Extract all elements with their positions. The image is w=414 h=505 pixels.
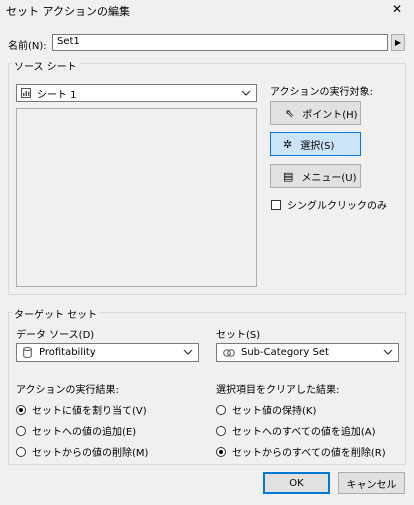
single-click-checkbox[interactable] — [271, 199, 281, 210]
radio-add[interactable] — [16, 425, 26, 436]
result-option-assign[interactable]: セットに値を割り当て(V) — [16, 402, 147, 417]
radio-remove-all[interactable] — [216, 446, 226, 457]
set-label: セット(S) — [216, 330, 261, 341]
result-option-remove-label: セットからの値の削除(M) — [32, 448, 149, 459]
menu-button-label: メニュー(U) — [301, 172, 357, 184]
clear-option-add-all[interactable]: セットへのすべての値を追加(A) — [216, 423, 376, 438]
result-option-assign-label: セットに値を割り当て(V) — [32, 406, 147, 417]
radio-assign[interactable] — [16, 404, 26, 415]
database-icon — [23, 347, 32, 358]
select-button[interactable]: ✲ 選択(S) — [270, 132, 361, 156]
datasource-label: データ ソース(D) — [16, 330, 95, 341]
datasource-combo[interactable]: Profitability — [16, 343, 199, 362]
chevron-down-icon — [183, 349, 193, 355]
radio-remove[interactable] — [16, 446, 26, 457]
menu-button[interactable]: ▤ メニュー(U) — [270, 164, 361, 188]
triangle-right-icon: ▶ — [394, 38, 402, 47]
name-input[interactable]: Set1 — [52, 34, 388, 51]
result-option-add-label: セットへの値の追加(E) — [32, 427, 137, 438]
point-button[interactable]: ⇖ ポイント(H) — [270, 101, 361, 125]
name-menu-button[interactable]: ▶ — [391, 34, 405, 51]
source-sheet-combo[interactable]: シート 1 — [16, 84, 257, 102]
radio-add-all[interactable] — [216, 425, 226, 436]
clear-option-remove-all[interactable]: セットからのすべての値を削除(R) — [216, 444, 386, 459]
name-label: 名前(N): — [8, 41, 47, 52]
clear-option-keep-label: セット値の保持(K) — [232, 406, 317, 417]
clear-label: 選択項目をクリアした結果: — [216, 385, 340, 396]
datasource-value: Profitability — [39, 347, 96, 358]
sheet-icon — [21, 88, 31, 98]
select-button-label: 選択(S) — [300, 140, 335, 152]
radio-keep[interactable] — [216, 404, 226, 415]
sheet-list[interactable] — [16, 108, 257, 287]
point-button-label: ポイント(H) — [302, 109, 358, 121]
close-icon[interactable]: ✕ — [392, 2, 402, 16]
menu-cursor-icon: ▤ — [283, 169, 294, 183]
clear-option-add-all-label: セットへのすべての値を追加(A) — [232, 427, 376, 438]
source-sheet-legend: ソース シート — [12, 58, 79, 73]
clear-option-keep[interactable]: セット値の保持(K) — [216, 402, 316, 417]
window-title: セット アクションの編集 — [6, 5, 130, 18]
name-value: Set1 — [57, 36, 80, 47]
run-on-label: アクションの実行対象: — [270, 87, 373, 98]
set-combo[interactable]: Sub-Category Set — [216, 343, 399, 362]
target-set-legend: ターゲット セット — [12, 306, 100, 321]
cursor-arrow-icon: ⇖ — [285, 106, 295, 120]
set-icon — [223, 348, 235, 357]
source-sheet-value: シート 1 — [37, 89, 77, 101]
result-option-remove[interactable]: セットからの値の削除(M) — [16, 444, 148, 459]
set-value: Sub-Category Set — [241, 347, 329, 358]
single-click-checkbox-row[interactable]: シングルクリックのみ — [271, 197, 387, 212]
result-label: アクションの実行結果: — [16, 385, 119, 396]
chevron-down-icon — [241, 90, 251, 96]
clear-option-remove-all-label: セットからのすべての値を削除(R) — [232, 448, 386, 459]
ok-button[interactable]: OK — [263, 472, 330, 494]
result-option-add[interactable]: セットへの値の追加(E) — [16, 423, 136, 438]
cancel-button[interactable]: キャンセル — [338, 472, 405, 494]
cursor-click-icon: ✲ — [283, 137, 293, 151]
chevron-down-icon — [383, 349, 393, 355]
single-click-label: シングルクリックのみ — [287, 201, 387, 212]
